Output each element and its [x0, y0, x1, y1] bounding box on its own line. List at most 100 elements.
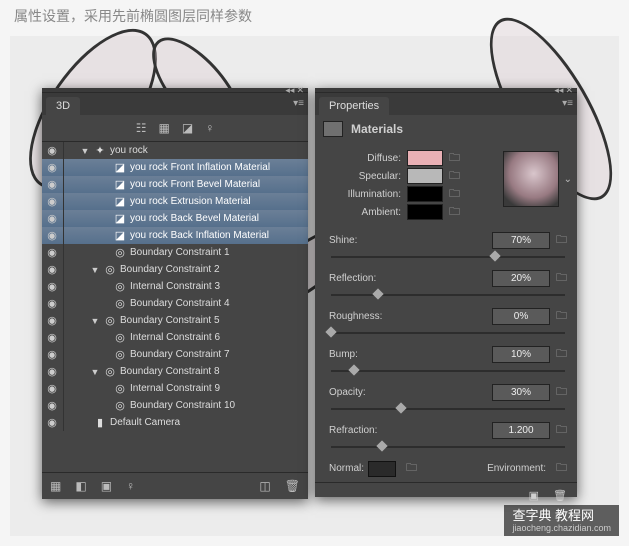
folder-icon[interactable]: 🗀: [556, 269, 567, 288]
visibility-eye-icon[interactable]: ◉: [44, 280, 60, 293]
slider-track[interactable]: [331, 443, 565, 451]
panel-menu-icon[interactable]: ▾≡: [293, 98, 304, 109]
folder-icon[interactable]: 🗀: [556, 459, 567, 478]
visibility-eye-icon[interactable]: ◉: [44, 297, 60, 310]
slider-track[interactable]: [331, 253, 565, 261]
slider-value-input[interactable]: 0%: [492, 308, 550, 325]
visibility-eye-icon[interactable]: ◉: [44, 314, 60, 327]
filter-icon[interactable]: ☷: [136, 121, 147, 135]
slider-value-input[interactable]: 30%: [492, 384, 550, 401]
slider-track[interactable]: [331, 291, 565, 299]
folder-icon[interactable]: 🗀: [449, 203, 460, 222]
tree-item[interactable]: ◉◪you rock Back Bevel Material: [42, 210, 308, 227]
visibility-eye-icon[interactable]: ◉: [44, 246, 60, 259]
slider-track[interactable]: [331, 367, 565, 375]
slider-value-input[interactable]: 1.200: [492, 422, 550, 439]
tree-item[interactable]: ◉▼◎Boundary Constraint 2: [42, 261, 308, 278]
folder-icon[interactable]: 🗀: [449, 149, 460, 168]
material-icon[interactable]: ◪: [182, 121, 193, 135]
visibility-eye-icon[interactable]: ◉: [44, 365, 60, 378]
slider-knob[interactable]: [325, 326, 336, 337]
light-add-icon[interactable]: ♀: [126, 479, 135, 493]
render-icon[interactable]: ▣: [529, 489, 539, 502]
color-swatch[interactable]: [407, 150, 443, 166]
visibility-eye-icon[interactable]: ◉: [44, 348, 60, 361]
tree-item[interactable]: ◉▼◎Boundary Constraint 8: [42, 363, 308, 380]
visibility-eye-icon[interactable]: ◉: [44, 263, 60, 276]
panel-menu-icon[interactable]: ▾≡: [562, 98, 573, 109]
tree-item[interactable]: ◉▼◎Boundary Constraint 5: [42, 312, 308, 329]
disclosure-arrow-icon[interactable]: ▼: [90, 265, 100, 275]
slider-knob[interactable]: [396, 402, 407, 413]
mesh-icon[interactable]: ▦: [159, 121, 170, 135]
tree-item[interactable]: ◉◎Boundary Constraint 1: [42, 244, 308, 261]
disclosure-arrow-icon[interactable]: ▼: [80, 146, 90, 156]
tree-item[interactable]: ◉◎Internal Constraint 6: [42, 329, 308, 346]
slider-knob[interactable]: [377, 440, 388, 451]
scene-tree[interactable]: ◉▼✦you rock◉◪you rock Front Inflation Ma…: [42, 142, 308, 473]
tree-item[interactable]: ◉◪you rock Front Inflation Material: [42, 159, 308, 176]
slider-knob[interactable]: [372, 288, 383, 299]
tree-item[interactable]: ◉◎Internal Constraint 3: [42, 278, 308, 295]
visibility-eye-icon[interactable]: ◉: [44, 331, 60, 344]
visibility-eye-icon[interactable]: ◉: [44, 212, 60, 225]
slider-track[interactable]: [331, 329, 565, 337]
tree-item[interactable]: ◉◪you rock Back Inflation Material: [42, 227, 308, 244]
slider-value-input[interactable]: 10%: [492, 346, 550, 363]
slider-knob[interactable]: [489, 250, 500, 261]
visibility-eye-icon[interactable]: ◉: [44, 382, 60, 395]
close-icon[interactable]: ✕: [296, 85, 304, 96]
folder-icon[interactable]: 🗀: [449, 185, 460, 204]
tab-3d[interactable]: 3D: [46, 97, 80, 115]
normal-swatch[interactable]: [368, 461, 396, 477]
visibility-eye-icon[interactable]: ◉: [44, 144, 60, 157]
tree-item[interactable]: ◉▮Default Camera: [42, 414, 308, 431]
visibility-eye-icon[interactable]: ◉: [44, 229, 60, 242]
visibility-eye-icon[interactable]: ◉: [44, 195, 60, 208]
folder-icon[interactable]: 🗀: [556, 345, 567, 364]
disclosure-arrow-icon[interactable]: ▼: [90, 367, 100, 377]
slider-value-input[interactable]: 70%: [492, 232, 550, 249]
disclosure-arrow-icon[interactable]: ▼: [90, 316, 100, 326]
scene-icon[interactable]: ▦: [50, 479, 61, 493]
collapse-icon[interactable]: ◂◂: [285, 85, 294, 96]
folder-icon[interactable]: 🗀: [406, 459, 417, 478]
render-icon[interactable]: ▣: [101, 479, 112, 493]
folder-icon[interactable]: 🗀: [556, 307, 567, 326]
visibility-eye-icon[interactable]: ◉: [44, 416, 60, 429]
close-icon[interactable]: ✕: [565, 85, 573, 96]
properties-section-header: Materials: [315, 115, 577, 145]
tree-item[interactable]: ◉◪you rock Front Bevel Material: [42, 176, 308, 193]
tree-item[interactable]: ◉◎Internal Constraint 9: [42, 380, 308, 397]
visibility-eye-icon[interactable]: ◉: [44, 178, 60, 191]
slider-knob[interactable]: [349, 364, 360, 375]
item-type-icon: ◎: [113, 331, 127, 344]
tree-item[interactable]: ◉◎Boundary Constraint 10: [42, 397, 308, 414]
color-swatch[interactable]: [407, 186, 443, 202]
new-icon[interactable]: ◫: [259, 479, 270, 493]
color-swatch[interactable]: [407, 168, 443, 184]
layer-icon[interactable]: ◧: [75, 479, 86, 493]
delete-icon[interactable]: 🗑: [285, 479, 300, 493]
section-title: Materials: [351, 122, 403, 136]
color-swatch[interactable]: [407, 204, 443, 220]
slider-value-input[interactable]: 20%: [492, 270, 550, 287]
folder-icon[interactable]: 🗀: [556, 421, 567, 440]
tree-item[interactable]: ◉◎Boundary Constraint 7: [42, 346, 308, 363]
tree-item[interactable]: ◉◪you rock Extrusion Material: [42, 193, 308, 210]
slider-row: Bump:10%🗀: [329, 345, 567, 375]
folder-icon[interactable]: 🗀: [556, 231, 567, 250]
folder-icon[interactable]: 🗀: [556, 383, 567, 402]
slider-track[interactable]: [331, 405, 565, 413]
collapse-icon[interactable]: ◂◂: [554, 85, 563, 96]
visibility-eye-icon[interactable]: ◉: [44, 161, 60, 174]
delete-icon[interactable]: 🗑: [553, 489, 567, 502]
tab-properties[interactable]: Properties: [319, 97, 389, 115]
tree-item[interactable]: ◉◎Boundary Constraint 4: [42, 295, 308, 312]
tree-item[interactable]: ◉▼✦you rock: [42, 142, 308, 159]
preview-menu-icon[interactable]: ⌄: [564, 174, 572, 185]
light-icon[interactable]: ♀: [205, 121, 214, 135]
visibility-eye-icon[interactable]: ◉: [44, 399, 60, 412]
material-preview[interactable]: ⌄: [503, 151, 559, 207]
folder-icon[interactable]: 🗀: [449, 167, 460, 186]
